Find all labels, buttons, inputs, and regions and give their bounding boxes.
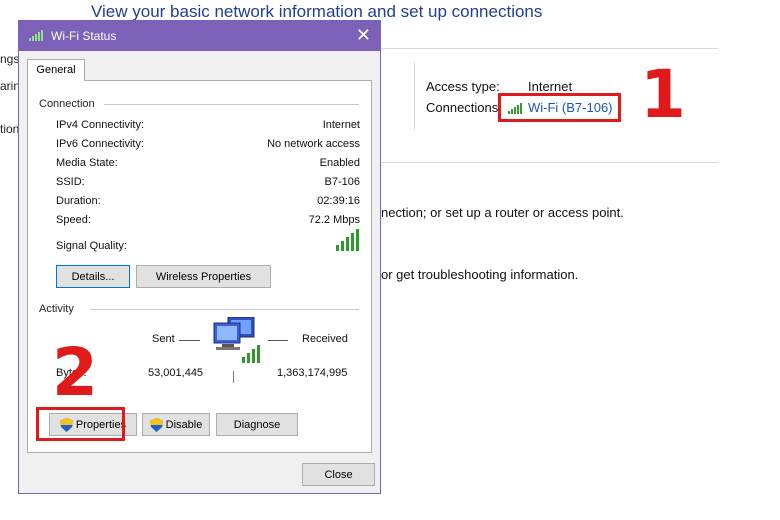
activity-divider <box>90 309 359 310</box>
ipv6-value: No network access <box>267 138 360 150</box>
bytes-received-value: 1,363,174,995 <box>277 367 348 379</box>
info-divider <box>414 62 415 130</box>
shield-icon <box>149 417 163 432</box>
ipv4-label: IPv4 Connectivity: <box>56 119 145 131</box>
access-type-value: Internet <box>528 79 573 94</box>
page-title: View your basic network information and … <box>91 2 543 21</box>
connections-label: Connections: <box>426 100 502 115</box>
access-type-label: Access type: <box>426 79 500 94</box>
speed-label: Speed: <box>56 214 91 226</box>
details-button[interactable]: Details... <box>56 265 130 288</box>
disable-button-label[interactable]: Disable <box>166 419 203 431</box>
wireless-properties-button[interactable]: Wireless Properties <box>136 265 271 288</box>
connection-divider <box>104 104 359 105</box>
step-number-2: 2 <box>52 334 98 411</box>
troubleshoot-text: or get troubleshooting information. <box>381 267 579 282</box>
signal-quality-label: Signal Quality: <box>56 240 127 252</box>
sent-line <box>179 340 200 341</box>
setup-connection-text: nection; or set up a router or access po… <box>381 205 624 220</box>
highlight-box-2 <box>36 407 125 441</box>
activity-heading: Activity <box>39 303 74 315</box>
tab-general[interactable]: General <box>27 59 85 81</box>
sidebar-fragment-1[interactable]: ngs <box>0 52 19 66</box>
duration-value: 02:39:16 <box>317 195 360 207</box>
connection-heading: Connection <box>39 98 95 110</box>
sent-label: Sent <box>152 333 175 345</box>
ssid-value: B7-106 <box>324 176 360 188</box>
dialog-titlebar[interactable]: Wi-Fi Status ✕ <box>19 21 380 51</box>
bytes-separator <box>233 371 234 383</box>
media-state-value: Enabled <box>319 157 360 169</box>
close-button[interactable]: Close <box>302 463 375 486</box>
header-divider <box>380 48 718 49</box>
close-icon[interactable]: ✕ <box>356 25 371 46</box>
ipv4-value: Internet <box>322 119 360 131</box>
highlight-box-1 <box>498 93 621 122</box>
network-computer-icon <box>213 317 260 363</box>
step-number-1: 1 <box>640 56 686 133</box>
sidebar-fragment-2[interactable]: arin <box>0 79 20 93</box>
wifi-signal-icon <box>29 30 43 41</box>
received-label: Received <box>302 333 348 345</box>
media-state-label: Media State: <box>56 157 118 169</box>
diagnose-button[interactable]: Diagnose <box>216 413 298 436</box>
sidebar-fragment-3[interactable]: tion <box>0 122 19 136</box>
ipv6-label: IPv6 Connectivity: <box>56 138 145 150</box>
speed-value: 72.2 Mbps <box>308 214 360 226</box>
duration-label: Duration: <box>56 195 101 207</box>
dialog-title: Wi-Fi Status <box>51 29 117 43</box>
ssid-label: SSID: <box>56 176 85 188</box>
bytes-sent-value: 53,001,445 <box>148 367 204 379</box>
disable-button[interactable]: Disable <box>142 413 210 436</box>
signal-quality-icon <box>336 229 359 251</box>
received-line <box>268 340 288 341</box>
section-divider <box>380 162 718 163</box>
